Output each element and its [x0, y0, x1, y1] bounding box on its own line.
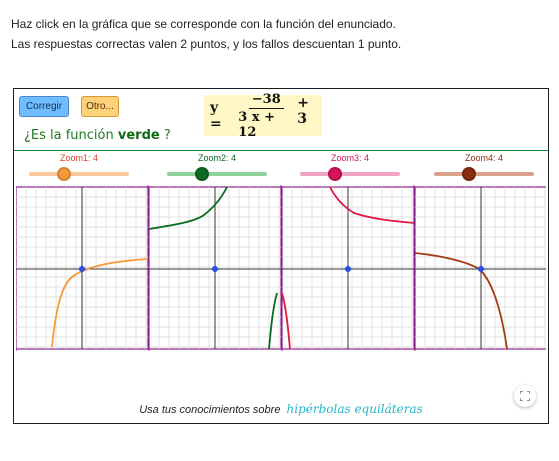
- zoom4-label: Zoom4: 4: [464, 153, 504, 163]
- footer-hint-text: Usa tus conocimientos sobre: [139, 404, 281, 416]
- graph-panel-1[interactable]: [16, 185, 151, 351]
- otro-button[interactable]: Otro...: [81, 96, 119, 117]
- formula-fraction: −38 3 x + 12: [238, 92, 294, 140]
- zoom2-label: Zoom2: 4: [197, 153, 237, 163]
- zoom4-knob[interactable]: [462, 167, 476, 181]
- formula-rhs: + 3: [297, 94, 309, 127]
- graph-panel-2[interactable]: [146, 185, 284, 351]
- fullscreen-icon[interactable]: [514, 385, 536, 407]
- zoom4-track[interactable]: [434, 172, 534, 176]
- question-suffix: ?: [163, 128, 171, 143]
- function-formula: y = −38 3 x + 12 + 3: [204, 92, 322, 140]
- zoom4-slider[interactable]: Zoom4: 4: [424, 153, 544, 181]
- zoom3-track[interactable]: [300, 172, 400, 176]
- footer-hint-accent: hipérbolas equiláteras: [286, 402, 423, 416]
- question-color-word: verde: [117, 128, 160, 143]
- zoom2-slider[interactable]: Zoom2: 4: [157, 153, 277, 181]
- zoom3-knob[interactable]: [328, 167, 342, 181]
- zoom1-knob[interactable]: [57, 167, 71, 181]
- graph-panel-3[interactable]: [279, 185, 417, 351]
- zoom2-track[interactable]: [167, 172, 267, 176]
- graph-panels[interactable]: [16, 185, 546, 351]
- zoom1-label: Zoom1: 4: [59, 153, 99, 163]
- zoom1-slider[interactable]: Zoom1: 4: [19, 153, 139, 181]
- geogebra-applet[interactable]: Corregir Otro... y = −38 3 x + 12 + 3 ¿E…: [13, 88, 549, 424]
- formula-numerator: −38: [248, 92, 284, 109]
- corregir-button[interactable]: Corregir: [19, 96, 69, 117]
- zoom1-track[interactable]: [29, 172, 129, 176]
- zoom2-knob[interactable]: [195, 167, 209, 181]
- zoom3-label: Zoom3: 4: [330, 153, 370, 163]
- footer-hint: Usa tus conocimientos sobre hipérbolas e…: [14, 402, 548, 416]
- question-prefix: ¿Es la función: [24, 128, 114, 143]
- divider-line: [14, 150, 548, 151]
- question-text: ¿Es la función verde ?: [24, 128, 171, 143]
- graph-panel-4[interactable]: [412, 185, 546, 351]
- instructions-line-2: Las respuestas correctas valen 2 puntos,…: [11, 37, 402, 51]
- instructions-line-1: Haz click en la gráfica que se correspon…: [11, 17, 396, 31]
- formula-lhs: y =: [210, 99, 222, 132]
- formula-denominator: 3 x + 12: [238, 109, 276, 140]
- zoom3-slider[interactable]: Zoom3: 4: [290, 153, 410, 181]
- instructions: Haz click en la gráfica que se correspon…: [11, 14, 401, 54]
